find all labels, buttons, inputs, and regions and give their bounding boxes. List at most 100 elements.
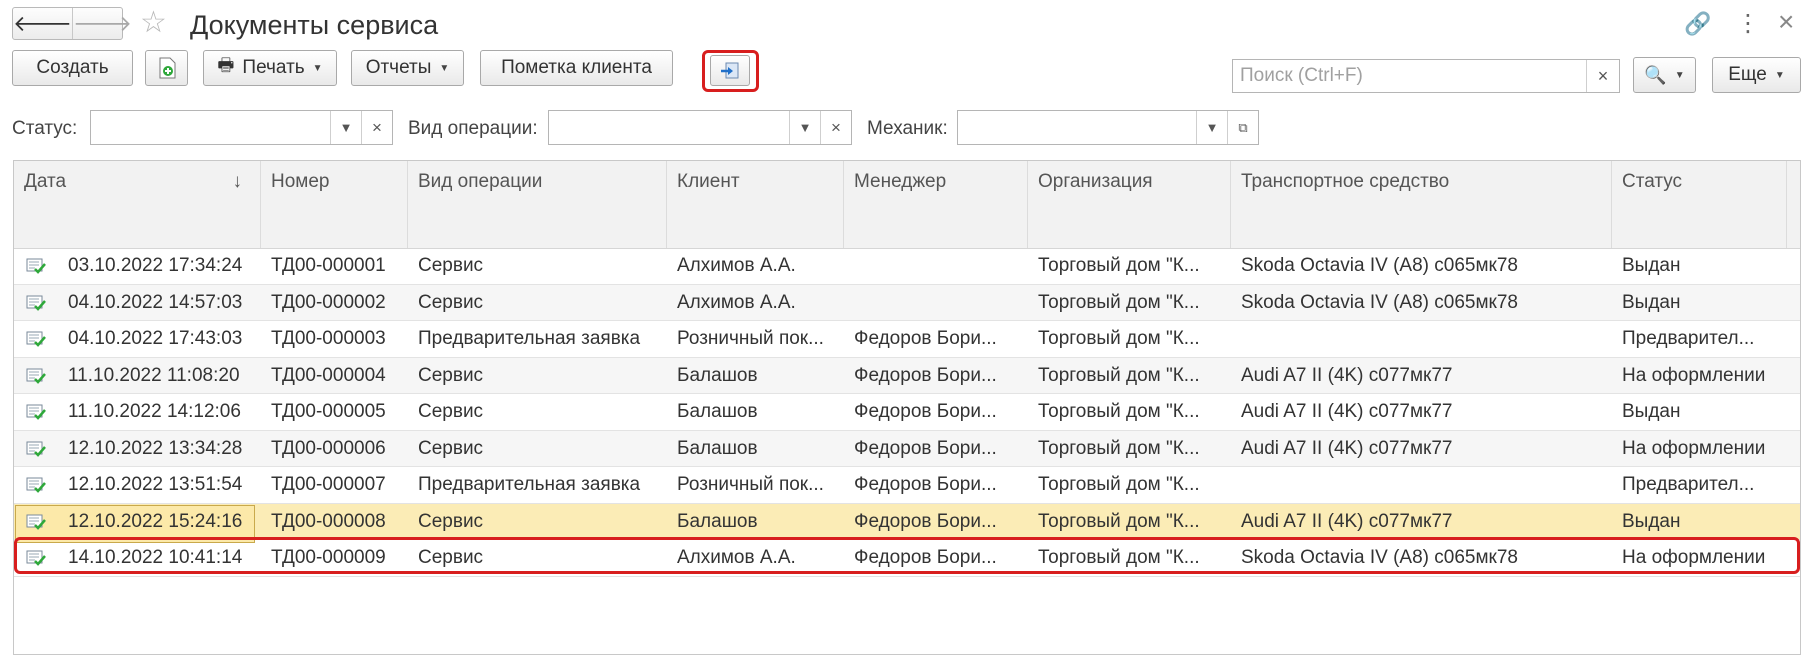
table-row[interactable]: 12.10.2022 13:51:54 ТД00-000007 Предвари…	[14, 467, 1800, 504]
cell-operation: Сервис	[418, 291, 484, 313]
cell-manager: Федоров Бори...	[854, 547, 997, 568]
chevron-down-icon: ▼	[1774, 69, 1785, 81]
table-row[interactable]: 11.10.2022 14:12:06 ТД00-000005 Сервис Б…	[14, 394, 1800, 431]
cell-date: 12.10.2022 13:51:54	[68, 474, 243, 495]
reports-button[interactable]: Отчеты ▼	[351, 50, 464, 86]
create-button[interactable]: Создать	[12, 50, 133, 86]
table-row[interactable]: 04.10.2022 17:43:03 ТД00-000003 Предвари…	[14, 321, 1800, 358]
cell-date: 03.10.2022 17:34:24	[68, 255, 243, 276]
cell-number: ТД00-000003	[271, 328, 386, 349]
status-filter-field[interactable]: ▼ ×	[90, 110, 393, 145]
favorite-star-icon[interactable]: ☆	[140, 8, 167, 38]
cell-date: 04.10.2022 14:57:03	[68, 291, 243, 313]
cell-operation: Сервис	[418, 401, 484, 422]
column-manager[interactable]: Менеджер	[844, 161, 1028, 248]
cell-client: Балашов	[677, 401, 758, 422]
operation-filter-field[interactable]: ▼ ×	[548, 110, 852, 145]
back-button[interactable]: 🡐	[13, 8, 72, 39]
cell-number: ТД00-000007	[271, 474, 386, 495]
navigation-buttons: 🡐 🡒	[12, 7, 132, 40]
printer-icon: 🖶	[217, 55, 235, 75]
table-row[interactable]: 12.10.2022 13:34:28 ТД00-000006 Сервис Б…	[14, 430, 1800, 467]
column-number[interactable]: Номер	[261, 161, 408, 248]
cell-date: 11.10.2022 14:12:06	[68, 401, 241, 422]
chevron-down-icon: ▼	[439, 62, 450, 74]
column-client[interactable]: Клиент	[667, 161, 844, 248]
cell-status: Выдан	[1622, 510, 1681, 532]
cell-status: Выдан	[1622, 401, 1681, 422]
clear-search-icon[interactable]: ×	[1586, 60, 1619, 92]
add-document-icon	[159, 57, 175, 79]
document-posted-icon	[26, 477, 46, 493]
cell-manager	[844, 248, 1028, 284]
cell-number: ТД00-000001	[271, 255, 386, 276]
cell-organization: Торговый дом "К...	[1038, 510, 1200, 532]
page-title: Документы сервиса	[190, 10, 439, 40]
cell-vehicle: Skoda Octavia IV (A8) с065мк78	[1241, 255, 1518, 276]
search-input[interactable]: Поиск (Ctrl+F) ×	[1232, 59, 1620, 93]
open-icon[interactable]: ⧉	[1227, 111, 1258, 144]
cell-date: 14.10.2022 10:41:14	[68, 547, 243, 568]
table-row[interactable]: 14.10.2022 10:41:14 ТД00-000009 Сервис А…	[14, 540, 1800, 577]
print-button[interactable]: 🖶 Печать ▼	[203, 50, 337, 86]
more-options-icon[interactable]: ⋮	[1736, 9, 1760, 38]
cell-vehicle: Audi A7 II (4K) с077мк77	[1241, 510, 1453, 532]
column-status[interactable]: Статус	[1612, 161, 1787, 248]
cell-date: 11.10.2022 11:08:20	[68, 364, 240, 386]
search-icon: 🔍	[1644, 64, 1667, 85]
table-row[interactable]: 04.10.2022 14:57:03 ТД00-000002 Сервис А…	[14, 284, 1800, 321]
more-button[interactable]: Еще ▼	[1712, 57, 1801, 93]
table-row[interactable]: 11.10.2022 11:08:20 ТД00-000004 Сервис Б…	[14, 357, 1800, 394]
chevron-down-icon: ▼	[1674, 69, 1685, 81]
cell-client: Балашов	[677, 510, 758, 532]
sort-descending-icon: ↓	[232, 171, 243, 192]
cell-vehicle: Audi A7 II (4K) с077мк77	[1241, 437, 1453, 459]
forward-button[interactable]: 🡒	[72, 8, 132, 39]
clear-icon[interactable]: ×	[820, 111, 851, 144]
column-date[interactable]: Дата ↓	[14, 161, 261, 248]
document-posted-icon	[26, 404, 46, 420]
document-posted-icon	[26, 331, 46, 347]
search-button[interactable]: 🔍 ▼	[1633, 57, 1696, 93]
create-copy-button[interactable]	[145, 50, 188, 86]
client-mark-button[interactable]: Пометка клиента	[480, 50, 673, 86]
clear-icon[interactable]: ×	[361, 111, 392, 144]
column-organization[interactable]: Организация	[1028, 161, 1231, 248]
cell-number: ТД00-000005	[271, 401, 386, 422]
cell-manager: Федоров Бори...	[854, 401, 997, 422]
cell-manager: Федоров Бори...	[854, 510, 997, 532]
cell-status: Выдан	[1622, 291, 1681, 313]
cell-date: 12.10.2022 13:34:28	[68, 437, 243, 459]
column-vehicle[interactable]: Транспортное средство	[1231, 161, 1612, 248]
chevron-down-icon[interactable]: ▼	[789, 111, 820, 144]
cell-number: ТД00-000002	[271, 291, 386, 313]
highlight-frame	[702, 50, 759, 92]
cell-operation: Сервис	[418, 255, 484, 276]
cell-organization: Торговый дом "К...	[1038, 547, 1200, 568]
cell-organization: Торговый дом "К...	[1038, 255, 1200, 276]
column-operation[interactable]: Вид операции	[408, 161, 667, 248]
arrow-left-icon: 🡐	[13, 10, 72, 36]
cell-client: Балашов	[677, 364, 758, 386]
cell-status: На оформлении	[1622, 364, 1766, 386]
close-icon[interactable]: ×	[1778, 6, 1794, 38]
cell-status: Предварител...	[1622, 474, 1755, 495]
column-extra[interactable]	[1787, 161, 1800, 248]
operation-filter-label: Вид операции:	[408, 118, 538, 139]
cell-client: Алхимов А.А.	[677, 291, 796, 313]
link-icon[interactable]: 🔗	[1684, 11, 1711, 37]
cell-status: На оформлении	[1622, 547, 1766, 568]
cell-client: Балашов	[677, 437, 758, 459]
chevron-down-icon[interactable]: ▼	[1196, 111, 1227, 144]
table-row[interactable]: 12.10.2022 15:24:16 ТД00-000008 Сервис Б…	[14, 503, 1800, 543]
cell-organization: Торговый дом "К...	[1038, 474, 1200, 495]
cell-manager: Федоров Бори...	[854, 437, 997, 459]
mechanic-filter-field[interactable]: ▼ ⧉	[957, 110, 1259, 145]
cell-operation: Сервис	[418, 510, 484, 532]
chevron-down-icon[interactable]: ▼	[330, 111, 361, 144]
cell-date: 12.10.2022 15:24:16	[68, 510, 243, 532]
cell-vehicle	[1231, 467, 1612, 503]
cell-organization: Торговый дом "К...	[1038, 328, 1200, 349]
table-row[interactable]: 03.10.2022 17:34:24 ТД00-000001 Сервис А…	[14, 248, 1800, 285]
cell-manager	[844, 285, 1028, 321]
